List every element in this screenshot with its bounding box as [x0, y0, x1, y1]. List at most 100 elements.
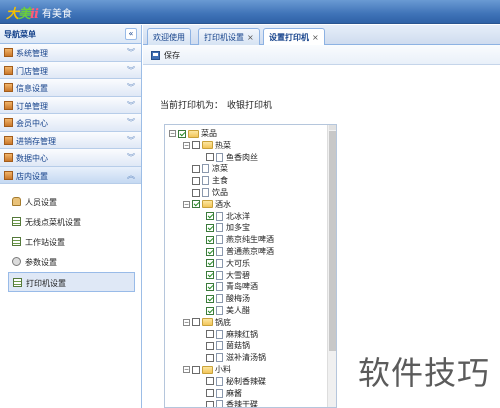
scroll-thumb[interactable]	[329, 131, 336, 351]
node-checkbox[interactable]	[192, 365, 200, 374]
collapse-sidebar-icon[interactable]: «	[125, 28, 137, 40]
section-folder-icon	[4, 48, 13, 57]
collapse-node-icon[interactable]: −	[183, 200, 190, 208]
tree-node[interactable]: 燕京纯生啤酒	[197, 234, 274, 245]
tab-0[interactable]: 欢迎使用	[147, 28, 191, 45]
sidebar-item-1[interactable]: 无线点菜机设置	[8, 212, 135, 232]
tree-node[interactable]: 主食	[183, 175, 228, 186]
node-checkbox[interactable]	[192, 164, 200, 173]
node-checkbox[interactable]	[206, 223, 214, 232]
node-checkbox[interactable]	[206, 271, 214, 280]
tree-node[interactable]: 香辣干碟	[197, 399, 258, 408]
sidebar-section-7[interactable]: 店内设置 ︽	[0, 166, 141, 184]
collapse-node-icon[interactable]: −	[169, 130, 176, 137]
sidebar-section-5[interactable]: 进销存管理 ︾	[0, 131, 141, 149]
node-checkbox[interactable]	[206, 341, 214, 350]
tree-node[interactable]: 加多宝	[197, 222, 250, 233]
sidebar-item-0[interactable]: 人员设置	[8, 192, 135, 212]
tree-node-label: 菜品	[201, 129, 217, 138]
node-checkbox[interactable]	[206, 353, 214, 362]
node-checkbox[interactable]	[206, 330, 214, 339]
tree-node-label: 香辣干碟	[226, 400, 258, 408]
tree-node[interactable]: 饮品	[183, 187, 228, 198]
document-icon	[216, 294, 223, 304]
tree-node[interactable]: 麻酱	[197, 388, 242, 399]
current-printer-prefix: 当前打印机为：	[160, 101, 224, 111]
node-checkbox[interactable]	[178, 129, 186, 138]
sidebar-item-4[interactable]: 打印机设置	[8, 272, 135, 292]
tree-node[interactable]: 酸梅汤	[197, 293, 250, 304]
tree-node[interactable]: 大雪碧	[197, 270, 250, 281]
chevron-up-icon: ︽	[127, 170, 135, 180]
chevron-down-icon: ︾	[127, 83, 135, 92]
tree-node[interactable]: 凉菜	[183, 163, 228, 174]
tree-node[interactable]: − 菜品	[169, 128, 217, 139]
node-checkbox[interactable]	[206, 306, 214, 315]
close-tab-icon[interactable]: ×	[247, 33, 254, 42]
tree-node[interactable]: 麻辣红锅	[197, 329, 258, 340]
section-folder-icon	[4, 65, 13, 75]
node-checkbox[interactable]	[192, 176, 200, 185]
logo-letter: ii	[30, 6, 39, 22]
collapse-node-icon[interactable]: −	[183, 141, 190, 149]
tree-node[interactable]: 美人醋	[197, 305, 250, 316]
sidebar-section-3[interactable]: 订单管理 ︾	[0, 96, 141, 114]
tree-node[interactable]: 北冰洋	[197, 211, 250, 222]
save-button[interactable]: 保存	[151, 48, 180, 62]
node-checkbox[interactable]	[206, 212, 214, 221]
tree-node[interactable]: − 酒水	[183, 199, 231, 210]
collapse-node-icon[interactable]: −	[183, 318, 190, 326]
node-checkbox[interactable]	[206, 282, 214, 291]
node-checkbox[interactable]	[206, 400, 214, 407]
node-checkbox[interactable]	[192, 141, 200, 150]
section-folder-icon	[4, 170, 13, 180]
node-checkbox[interactable]	[206, 377, 214, 386]
chevron-down-icon: ︾	[127, 100, 135, 110]
tree-node[interactable]: − 热菜	[183, 140, 231, 151]
tree-node[interactable]: − 小料	[183, 364, 231, 375]
tree-node-label: 锅底	[215, 317, 231, 327]
tree-node[interactable]: 滋补清汤锅	[197, 352, 266, 363]
sidebar-section-2[interactable]: 信息设置 ︾	[0, 79, 141, 97]
tree-node[interactable]: 普通燕京啤酒	[197, 246, 274, 257]
tree-node[interactable]: 青岛啤酒	[197, 281, 258, 292]
tab-1[interactable]: 打印机设置 ×	[198, 28, 260, 45]
sidebar-section-6[interactable]: 数据中心 ︾	[0, 149, 141, 167]
tree-node-label: 北冰洋	[226, 211, 250, 221]
sidebar-item-3[interactable]: 参数设置	[8, 252, 135, 272]
node-checkbox[interactable]	[192, 188, 200, 197]
node-checkbox[interactable]	[192, 200, 200, 209]
sidebar-section-0[interactable]: 系统管理 ︾	[0, 44, 141, 62]
tree-node[interactable]: 秘制香辣碟	[197, 376, 266, 387]
sidebar-section-4[interactable]: 会员中心 ︾	[0, 114, 141, 132]
sidebar-item-label: 无线点菜机设置	[25, 218, 81, 227]
sidebar-section-label: 门店管理	[16, 66, 48, 76]
section-folder-icon	[4, 83, 13, 92]
document-icon	[216, 152, 223, 162]
sidebar-section-1[interactable]: 门店管理 ︾	[0, 61, 141, 79]
tree-node[interactable]: − 锅底	[183, 317, 231, 328]
node-checkbox[interactable]	[206, 235, 214, 244]
folder-icon	[202, 318, 213, 327]
node-checkbox[interactable]	[192, 318, 200, 327]
user-icon	[12, 197, 21, 206]
tree-scrollbar[interactable]	[327, 125, 336, 407]
tree-node-label: 青岛啤酒	[226, 282, 258, 292]
app-header: 大美ii 有美食	[0, 0, 500, 24]
tab-2[interactable]: 设置打印机 ×	[263, 28, 325, 46]
scroll-up-arrow[interactable]	[329, 125, 336, 130]
node-checkbox[interactable]	[206, 294, 214, 303]
node-checkbox[interactable]	[206, 389, 214, 398]
sidebar-item-2[interactable]: 工作站设置	[8, 232, 135, 252]
node-checkbox[interactable]	[206, 247, 214, 256]
document-icon	[216, 235, 223, 245]
tree-node[interactable]: 菌菇锅	[197, 340, 250, 351]
tree-node[interactable]: 鱼香肉丝	[197, 152, 258, 163]
save-disk-icon	[151, 50, 160, 60]
node-checkbox[interactable]	[206, 259, 214, 268]
node-checkbox[interactable]	[206, 153, 214, 162]
close-tab-icon[interactable]: ×	[312, 33, 319, 42]
collapse-node-icon[interactable]: −	[183, 366, 190, 373]
tree-node[interactable]: 大可乐	[197, 258, 250, 269]
grid-icon	[13, 278, 22, 287]
